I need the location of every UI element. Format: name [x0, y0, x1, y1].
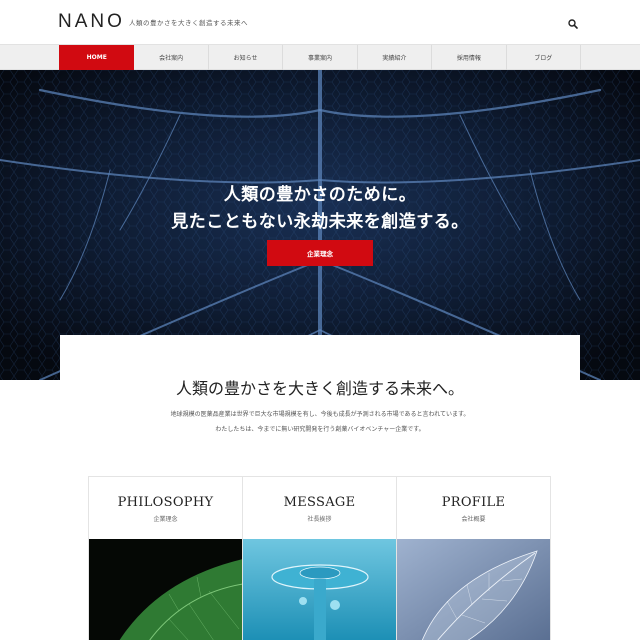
- main-nav: HOME 会社案内 お知らせ 事業案内 実績紹介 採用情報 ブログ: [0, 44, 640, 70]
- philosophy-button[interactable]: 企業理念: [267, 240, 373, 266]
- nav-item-company[interactable]: 会社案内: [134, 45, 209, 70]
- nav-item-blog[interactable]: ブログ: [507, 45, 581, 70]
- nav-item-news[interactable]: お知らせ: [209, 45, 284, 70]
- water-drop-image: [243, 539, 396, 640]
- hero-headline: 人類の豊かさのために。 見たこともない永劫未来を創造する。: [0, 182, 640, 236]
- card-message[interactable]: MESSAGE 社長挨拶: [243, 477, 397, 640]
- feature-cards: PHILOSOPHY 企業理念 MESSAGE 社長挨拶 PROFILE 会社概…: [88, 476, 551, 640]
- nav-item-recruit[interactable]: 採用情報: [432, 45, 507, 70]
- intro-title: 人類の豊かさを大きく創造する未来へ。: [175, 379, 464, 398]
- site-header: NANO 人類の豊かさを大きく創造する未来へ: [0, 0, 640, 44]
- leaf-image: [89, 539, 242, 640]
- nav-item-home[interactable]: HOME: [59, 45, 135, 70]
- card-subtitle: 社長挨拶: [307, 516, 332, 523]
- search-button[interactable]: [567, 15, 579, 29]
- site-tagline: 人類の豊かさを大きく創造する未来へ: [129, 19, 248, 27]
- card-profile[interactable]: PROFILE 会社概要: [397, 477, 550, 640]
- card-subtitle: 企業理念: [153, 516, 178, 523]
- skeleton-leaf-image: [397, 539, 550, 640]
- site-logo[interactable]: NANO: [58, 11, 125, 33]
- search-icon: [568, 19, 578, 29]
- card-title: MESSAGE: [283, 495, 356, 510]
- nav-item-works[interactable]: 実績紹介: [358, 45, 433, 70]
- card-title: PHILOSOPHY: [117, 495, 214, 510]
- card-subtitle: 会社概要: [461, 516, 486, 523]
- hero-line-1: 人類の豊かさのために。: [223, 185, 417, 205]
- card-title: PROFILE: [441, 495, 506, 510]
- hero-banner: 人類の豊かさのために。 見たこともない永劫未来を創造する。 企業理念: [0, 70, 640, 380]
- intro-section: 人類の豊かさを大きく創造する未来へ。 地球規模の医薬品産業は世界で巨大な市場規模…: [60, 335, 580, 467]
- intro-paragraph-2: わたしたちは、今までに無い研究開発を行う創薬バイオベンチャー企業です。: [215, 426, 425, 433]
- card-philosophy[interactable]: PHILOSOPHY 企業理念: [89, 477, 243, 640]
- intro-paragraph-1: 地球規模の医薬品産業は世界で巨大な市場規模を有し、今後も成長が予測される市場であ…: [170, 411, 470, 418]
- nav-item-business[interactable]: 事業案内: [283, 45, 358, 70]
- hero-line-2: 見たこともない永劫未来を創造する。: [171, 212, 469, 232]
